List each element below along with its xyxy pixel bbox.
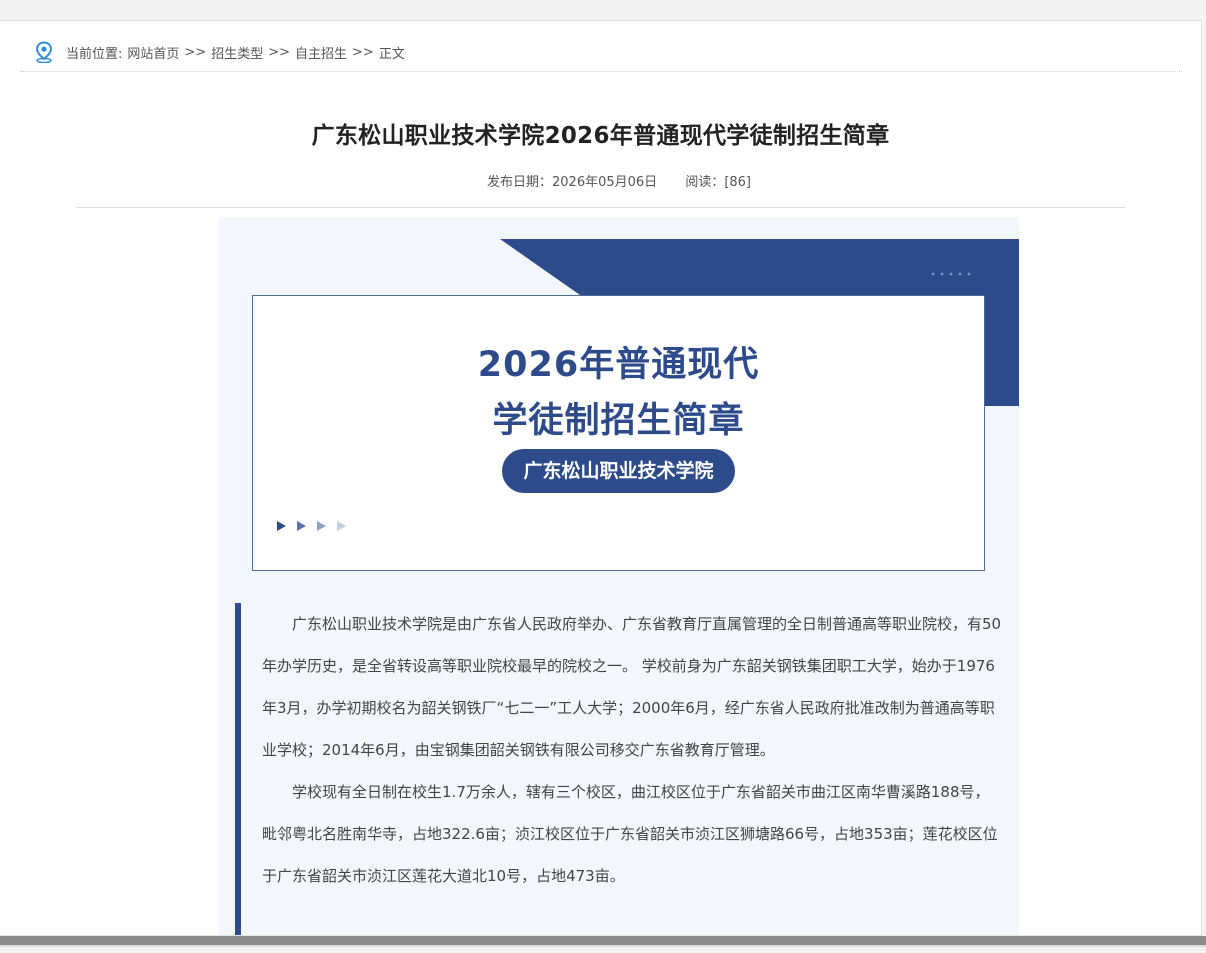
poster-heading-line1: 2026年普通现代 bbox=[477, 345, 760, 385]
breadcrumb-separator: >> bbox=[352, 44, 374, 60]
breadcrumb-admission-type-link[interactable]: 招生类型 bbox=[211, 43, 263, 62]
article-poster: 2026年普通现代 学徒制招生简章 广东松山职业技术学院 广东松山职业技术学院是… bbox=[219, 217, 1019, 935]
publish-date: 发布日期：2026年05月06日 bbox=[487, 175, 658, 190]
article-title: 广东松山职业技术学院2026年普通现代学徒制招生简章 bbox=[311, 123, 890, 149]
breadcrumb-current: 正文 bbox=[378, 46, 405, 62]
breadcrumb-divider bbox=[20, 71, 1182, 72]
poster-heading-line2: 学徒制招生简章 bbox=[492, 401, 745, 441]
body-paragraph: 学校现有全日制在校生1.7万余人，辖有三个校区，曲江校区位于广东省韶关市曲江区南… bbox=[262, 783, 998, 885]
poster-arrows-icon bbox=[277, 521, 346, 531]
breadcrumb: 当前位置: 网站首页 >> 招生类型 >> 自主招生 >> 正文 bbox=[34, 41, 405, 64]
horizontal-scrollbar[interactable] bbox=[0, 936, 1206, 945]
article-body: 广东松山职业技术学院是由广东省人民政府举办、广东省教育厅直属管理的全日制普通高等… bbox=[262, 603, 1004, 897]
page-container: 当前位置: 网站首页 >> 招生类型 >> 自主招生 >> 正文 广东松山职业技… bbox=[0, 20, 1202, 936]
breadcrumb-label: 当前位置: bbox=[66, 46, 123, 62]
breadcrumb-home-link[interactable]: 网站首页 bbox=[127, 43, 179, 62]
title-divider bbox=[76, 207, 1126, 208]
school-name-badge: 广东松山职业技术学院 bbox=[502, 449, 735, 493]
body-accent-bar bbox=[235, 603, 241, 935]
article-meta: 发布日期：2026年05月06日 阅读：[86] bbox=[0, 171, 1201, 190]
body-paragraph: 广东松山职业技术学院是由广东省人民政府举办、广东省教育厅直属管理的全日制普通高等… bbox=[262, 615, 1002, 759]
breadcrumb-independent-admission-link[interactable]: 自主招生 bbox=[295, 43, 347, 62]
location-pin-icon bbox=[34, 41, 54, 64]
scrollbar-track-edge bbox=[0, 945, 1206, 947]
breadcrumb-separator: >> bbox=[184, 44, 207, 60]
read-count: 阅读：[86] bbox=[685, 175, 751, 190]
breadcrumb-separator: >> bbox=[268, 44, 291, 60]
poster-card: 2026年普通现代 学徒制招生简章 广东松山职业技术学院 bbox=[252, 295, 985, 571]
